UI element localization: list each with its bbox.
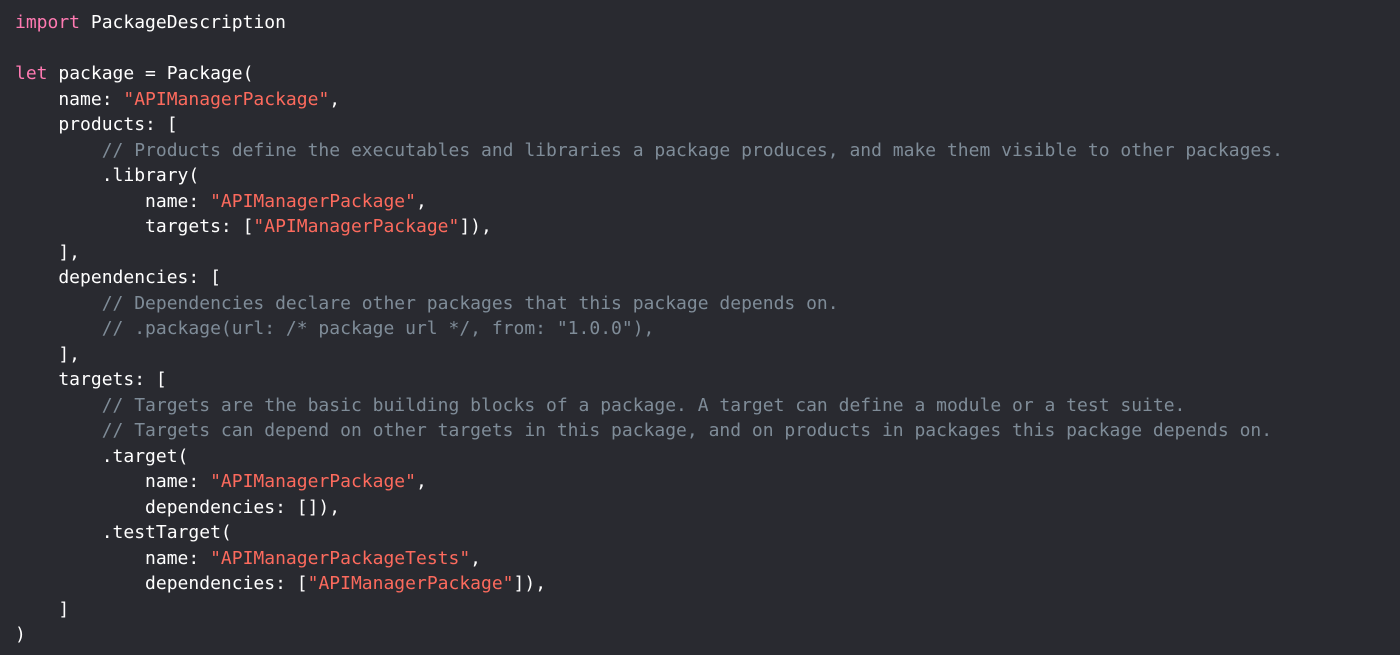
code-line[interactable]: ]	[15, 597, 1400, 623]
code-token-plain: products: [	[15, 114, 178, 135]
code-token-plain: name:	[15, 88, 124, 110]
code-line[interactable]: // Dependencies declare other packages t…	[15, 291, 1400, 317]
code-line[interactable]: dependencies: [	[15, 265, 1400, 291]
code-token-comment: // Products define the executables and l…	[15, 139, 1283, 161]
code-token-plain: ],	[15, 241, 81, 263]
code-token-plain: name:	[15, 190, 211, 212]
code-token-plain: ,	[329, 88, 341, 110]
code-token-plain: ]),	[459, 216, 492, 237]
code-line[interactable]: // .package(url: /* package url */, from…	[15, 316, 1400, 342]
code-lines[interactable]: import PackageDescription let package = P…	[15, 10, 1400, 648]
code-line[interactable]: // Products define the executables and l…	[15, 138, 1400, 164]
code-token-plain: targets: [	[15, 216, 254, 237]
code-token-plain: )	[15, 624, 26, 645]
code-token-plain: targets: [	[15, 369, 167, 390]
code-line[interactable]: )	[15, 622, 1400, 648]
code-editor[interactable]: import PackageDescription let package = P…	[0, 0, 1400, 655]
code-line[interactable]: ],	[15, 342, 1400, 368]
code-line[interactable]: dependencies: []),	[15, 495, 1400, 521]
code-line[interactable]: .library(	[15, 163, 1400, 189]
code-line[interactable]: name: "APIManagerPackage",	[15, 87, 1400, 113]
code-token-plain: PackageDescription	[80, 12, 286, 33]
code-line[interactable]: dependencies: ["APIManagerPackage"]),	[15, 571, 1400, 597]
code-token-plain: ]),	[513, 573, 547, 594]
code-token-comment: // Targets can depend on other targets i…	[15, 420, 1273, 441]
code-token-comment: // Dependencies declare other packages t…	[15, 292, 839, 314]
code-token-plain: dependencies: [	[15, 267, 221, 288]
code-line[interactable]: import PackageDescription	[15, 10, 1400, 36]
code-token-plain: .testTarget(	[15, 522, 232, 543]
code-line[interactable]: .testTarget(	[15, 520, 1400, 546]
code-line[interactable]: name: "APIManagerPackage",	[15, 189, 1400, 215]
code-line[interactable]: targets: ["APIManagerPackage"]),	[15, 214, 1400, 240]
code-token-plain: ],	[15, 343, 81, 365]
code-line[interactable]: products: [	[15, 112, 1400, 138]
code-line[interactable]: targets: [	[15, 367, 1400, 393]
code-token-plain: .target(	[15, 445, 189, 467]
code-token-string: "APIManagerPackage"	[210, 190, 416, 212]
code-token-keyword: let	[15, 63, 48, 84]
code-token-plain: ]	[15, 598, 70, 620]
code-token-plain: ,	[470, 547, 482, 569]
code-line[interactable]: name: "APIManagerPackageTests",	[15, 546, 1400, 572]
code-line[interactable]: // Targets are the basic building blocks…	[15, 393, 1400, 419]
code-token-plain: ,	[415, 190, 427, 212]
code-token-plain: dependencies: []),	[15, 496, 341, 518]
code-token-string: "APIManagerPackage"	[253, 216, 460, 237]
code-token-comment: // Targets are the basic building blocks…	[15, 394, 1186, 416]
code-line[interactable]: .target(	[15, 444, 1400, 470]
code-line[interactable]: let package = Package(	[15, 61, 1400, 87]
code-token-string: "APIManagerPackageTests"	[210, 547, 471, 569]
code-token-string: "APIManagerPackage"	[307, 573, 514, 594]
code-token-plain: name:	[15, 471, 211, 492]
code-line[interactable]: ],	[15, 240, 1400, 266]
code-line[interactable]: name: "APIManagerPackage",	[15, 469, 1400, 495]
code-token-string: "APIManagerPackage"	[210, 471, 416, 492]
code-token-keyword: import	[15, 12, 81, 33]
code-token-comment: // .package(url: /* package url */, from…	[15, 318, 655, 339]
code-token-plain: dependencies: [	[15, 573, 308, 594]
code-token-plain: ,	[415, 471, 427, 492]
code-token-plain: .library(	[15, 165, 200, 186]
code-line[interactable]: // Targets can depend on other targets i…	[15, 418, 1400, 444]
code-token-plain: package = Package(	[47, 63, 254, 84]
code-token-string: "APIManagerPackage"	[123, 88, 330, 110]
code-token-plain: name:	[15, 547, 211, 569]
code-line[interactable]	[15, 36, 1400, 62]
